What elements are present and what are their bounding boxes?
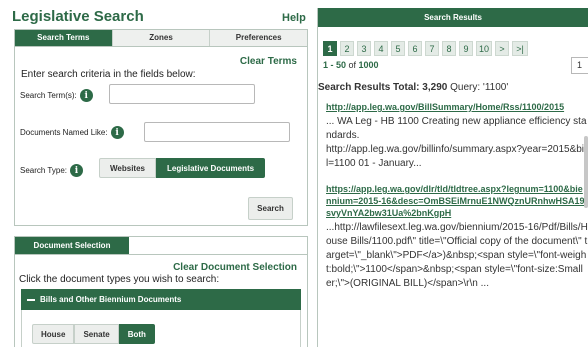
document-selection-panel: Document Selection Clear Document Select…	[14, 236, 308, 347]
info-icon[interactable]: i	[70, 164, 83, 177]
search-panel: Search Terms Zones Preferences Clear Ter…	[14, 29, 308, 226]
search-terms-label: Search Term(s):	[20, 91, 77, 100]
clear-terms-link[interactable]: Clear Terms	[240, 56, 297, 67]
house-option-button[interactable]: House	[32, 324, 75, 344]
results-range: 1 - 50 of 1000	[323, 60, 379, 70]
info-icon[interactable]: i	[79, 89, 93, 102]
documents-named-input[interactable]	[144, 122, 290, 142]
page-button-4[interactable]: 4	[374, 41, 388, 56]
search-results-panel: Search Results 1 2 3 4 5 6 7 8 9 10 > >|…	[317, 8, 588, 347]
clear-document-selection-link[interactable]: Clear Document Selection	[173, 262, 297, 273]
page-button-5[interactable]: 5	[391, 41, 405, 56]
result-link[interactable]: http://app.leg.wa.gov/BillSummary/Home/R…	[326, 101, 588, 113]
both-option-button[interactable]: Both	[118, 324, 155, 344]
page-button-1[interactable]: 1	[323, 41, 337, 56]
search-tabbar: Search Terms Zones Preferences	[15, 30, 308, 47]
document-instructions: Click the document types you wish to sea…	[19, 274, 220, 285]
page-button-7[interactable]: 7	[425, 41, 439, 56]
total-label: Search Results Total:	[318, 82, 420, 93]
senate-option-button[interactable]: Senate	[74, 324, 119, 344]
websites-option-button[interactable]: Websites	[99, 158, 156, 178]
help-link[interactable]: Help	[282, 12, 306, 24]
documents-named-label: Documents Named Like:	[20, 128, 108, 137]
tab-search-terms[interactable]: Search Terms	[15, 30, 112, 46]
results-total-line: Search Results Total: 3,290 Query: '1100…	[318, 82, 508, 93]
page-button-2[interactable]: 2	[340, 41, 354, 56]
page-button-3[interactable]: 3	[357, 41, 371, 56]
search-type-toggle: Websites Legislative Documents	[99, 158, 266, 178]
tab-zones[interactable]: Zones	[111, 30, 210, 46]
bills-accordion-body: House Senate Both	[21, 310, 301, 347]
page-button-9[interactable]: 9	[459, 41, 473, 56]
result-link[interactable]: https://app.leg.wa.gov/dlr/tld/tldtree.a…	[326, 183, 588, 219]
tab-preferences[interactable]: Preferences	[209, 30, 308, 46]
next-page-button[interactable]: >	[495, 41, 509, 56]
range-of: of	[346, 60, 359, 70]
page-title: Legislative Search	[12, 8, 144, 25]
list-item: http://app.leg.wa.gov/BillSummary/Home/R…	[326, 101, 588, 171]
chamber-toggle: House Senate Both	[32, 324, 155, 344]
results-scrollbar[interactable]	[584, 136, 588, 208]
minus-icon	[27, 298, 35, 301]
legislative-documents-option-button[interactable]: Legislative Documents	[155, 158, 266, 178]
query-label: Query:	[450, 82, 481, 93]
last-page-button[interactable]: >|	[512, 41, 528, 56]
documents-named-label-group: Documents Named Like: i	[20, 126, 124, 139]
pagination: 1 2 3 4 5 6 7 8 9 10 > >|	[323, 41, 528, 56]
page-size-input[interactable]: 1	[571, 57, 588, 74]
info-icon[interactable]: i	[110, 126, 124, 139]
page-button-8[interactable]: 8	[442, 41, 456, 56]
list-item: https://app.leg.wa.gov/dlr/tld/tldtree.a…	[326, 183, 588, 291]
search-type-label: Search Type:	[20, 166, 67, 175]
result-snippet: ...http://lawfilesext.leg.wa.gov/bienniu…	[326, 222, 588, 289]
range-total: 1000	[358, 60, 379, 70]
total-count: 3,290	[422, 82, 448, 93]
range-prefix: 1 - 50	[323, 60, 347, 70]
search-instructions: Enter search criteria in the fields belo…	[21, 69, 196, 80]
result-snippet: ... WA Leg - HB 1100 Creating new applia…	[326, 116, 587, 169]
tab-document-selection[interactable]: Document Selection	[15, 237, 129, 254]
bills-accordion-header[interactable]: Bills and Other Biennium Documents	[21, 289, 301, 310]
tab-underline	[15, 254, 307, 255]
page-button-10[interactable]: 10	[476, 41, 492, 56]
bills-accordion-title: Bills and Other Biennium Documents	[40, 295, 182, 304]
search-terms-input[interactable]	[109, 84, 255, 104]
page-button-6[interactable]: 6	[408, 41, 422, 56]
search-button[interactable]: Search	[248, 197, 293, 220]
query-value: '1100'	[482, 82, 509, 93]
search-terms-label-group: Search Term(s): i	[20, 89, 93, 102]
result-list: http://app.leg.wa.gov/BillSummary/Home/R…	[326, 101, 588, 303]
search-results-header: Search Results	[318, 8, 588, 27]
search-type-label-group: Search Type: i	[20, 164, 83, 177]
